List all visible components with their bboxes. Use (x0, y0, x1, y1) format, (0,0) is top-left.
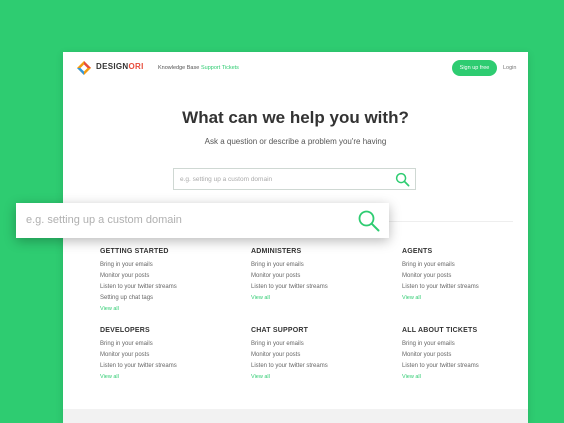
view-all-link[interactable]: View all (100, 304, 240, 314)
category-link[interactable]: Bring in your emails (100, 339, 240, 350)
category-link[interactable]: Listen to your twitter streams (402, 361, 542, 372)
brand-name-main: DESIGN (96, 62, 129, 71)
view-all-link[interactable]: View all (251, 293, 391, 303)
category-title[interactable]: DEVELOPERS (100, 327, 240, 334)
signup-button[interactable]: Sign up free (452, 60, 497, 76)
category-link[interactable]: Listen to your twitter streams (251, 282, 391, 293)
category-title[interactable]: AGENTS (402, 248, 542, 255)
category-link[interactable]: Bring in your emails (251, 339, 391, 350)
page-footer (63, 409, 528, 423)
category-administers: ADMINISTERS Bring in your emails Monitor… (251, 248, 391, 303)
category-getting-started: GETTING STARTED Bring in your emails Mon… (100, 248, 240, 314)
category-link[interactable]: Bring in your emails (402, 339, 542, 350)
category-link[interactable]: Monitor your posts (402, 271, 542, 282)
category-link[interactable]: Setting up chat tags (100, 293, 240, 304)
top-navigation-bar: DESIGNORI Knowledge Base Support Tickets… (63, 52, 528, 86)
category-link[interactable]: Listen to your twitter streams (100, 282, 240, 293)
category-link[interactable]: Monitor your posts (402, 350, 542, 361)
category-developers: DEVELOPERS Bring in your emails Monitor … (100, 327, 240, 382)
category-all-about-tickets: ALL ABOUT TICKETS Bring in your emails M… (402, 327, 542, 382)
category-title[interactable]: ALL ABOUT TICKETS (402, 327, 542, 334)
login-link[interactable]: Login (503, 65, 516, 71)
brand-name[interactable]: DESIGNORI (96, 62, 144, 71)
category-link[interactable]: Bring in your emails (100, 260, 240, 271)
category-title[interactable]: CHAT SUPPORT (251, 327, 391, 334)
enlarged-search-placeholder: e.g. setting up a custom domain (26, 214, 182, 226)
category-link[interactable]: Listen to your twitter streams (100, 361, 240, 372)
nav-support-tickets[interactable]: Support Tickets (201, 65, 239, 71)
category-link[interactable]: Bring in your emails (402, 260, 542, 271)
category-link[interactable]: Monitor your posts (251, 271, 391, 282)
diamond-logo-icon (77, 61, 91, 75)
category-link[interactable]: Listen to your twitter streams (251, 361, 391, 372)
search-placeholder: e.g. setting up a custom domain (180, 176, 273, 183)
category-title[interactable]: ADMINISTERS (251, 248, 391, 255)
search-icon[interactable] (395, 172, 410, 187)
view-all-link[interactable]: View all (402, 293, 542, 303)
category-link[interactable]: Monitor your posts (251, 350, 391, 361)
category-agents: AGENTS Bring in your emails Monitor your… (402, 248, 542, 303)
brand-name-accent: ORI (128, 62, 144, 71)
view-all-link[interactable]: View all (100, 372, 240, 382)
category-link[interactable]: Monitor your posts (100, 350, 240, 361)
search-input[interactable]: e.g. setting up a custom domain (173, 168, 416, 190)
page-title: What can we help you with? (182, 108, 409, 127)
category-link[interactable]: Listen to your twitter streams (402, 282, 542, 293)
category-link[interactable]: Monitor your posts (100, 271, 240, 282)
category-title[interactable]: GETTING STARTED (100, 248, 240, 255)
nav-knowledge-base[interactable]: Knowledge Base (158, 65, 199, 71)
category-chat-support: CHAT SUPPORT Bring in your emails Monito… (251, 327, 391, 382)
view-all-link[interactable]: View all (251, 372, 391, 382)
search-icon[interactable] (357, 209, 381, 233)
enlarged-search-input[interactable]: e.g. setting up a custom domain (16, 203, 389, 238)
category-link[interactable]: Bring in your emails (251, 260, 391, 271)
page-subtitle: Ask a question or describe a problem you… (204, 137, 387, 146)
view-all-link[interactable]: View all (402, 372, 542, 382)
